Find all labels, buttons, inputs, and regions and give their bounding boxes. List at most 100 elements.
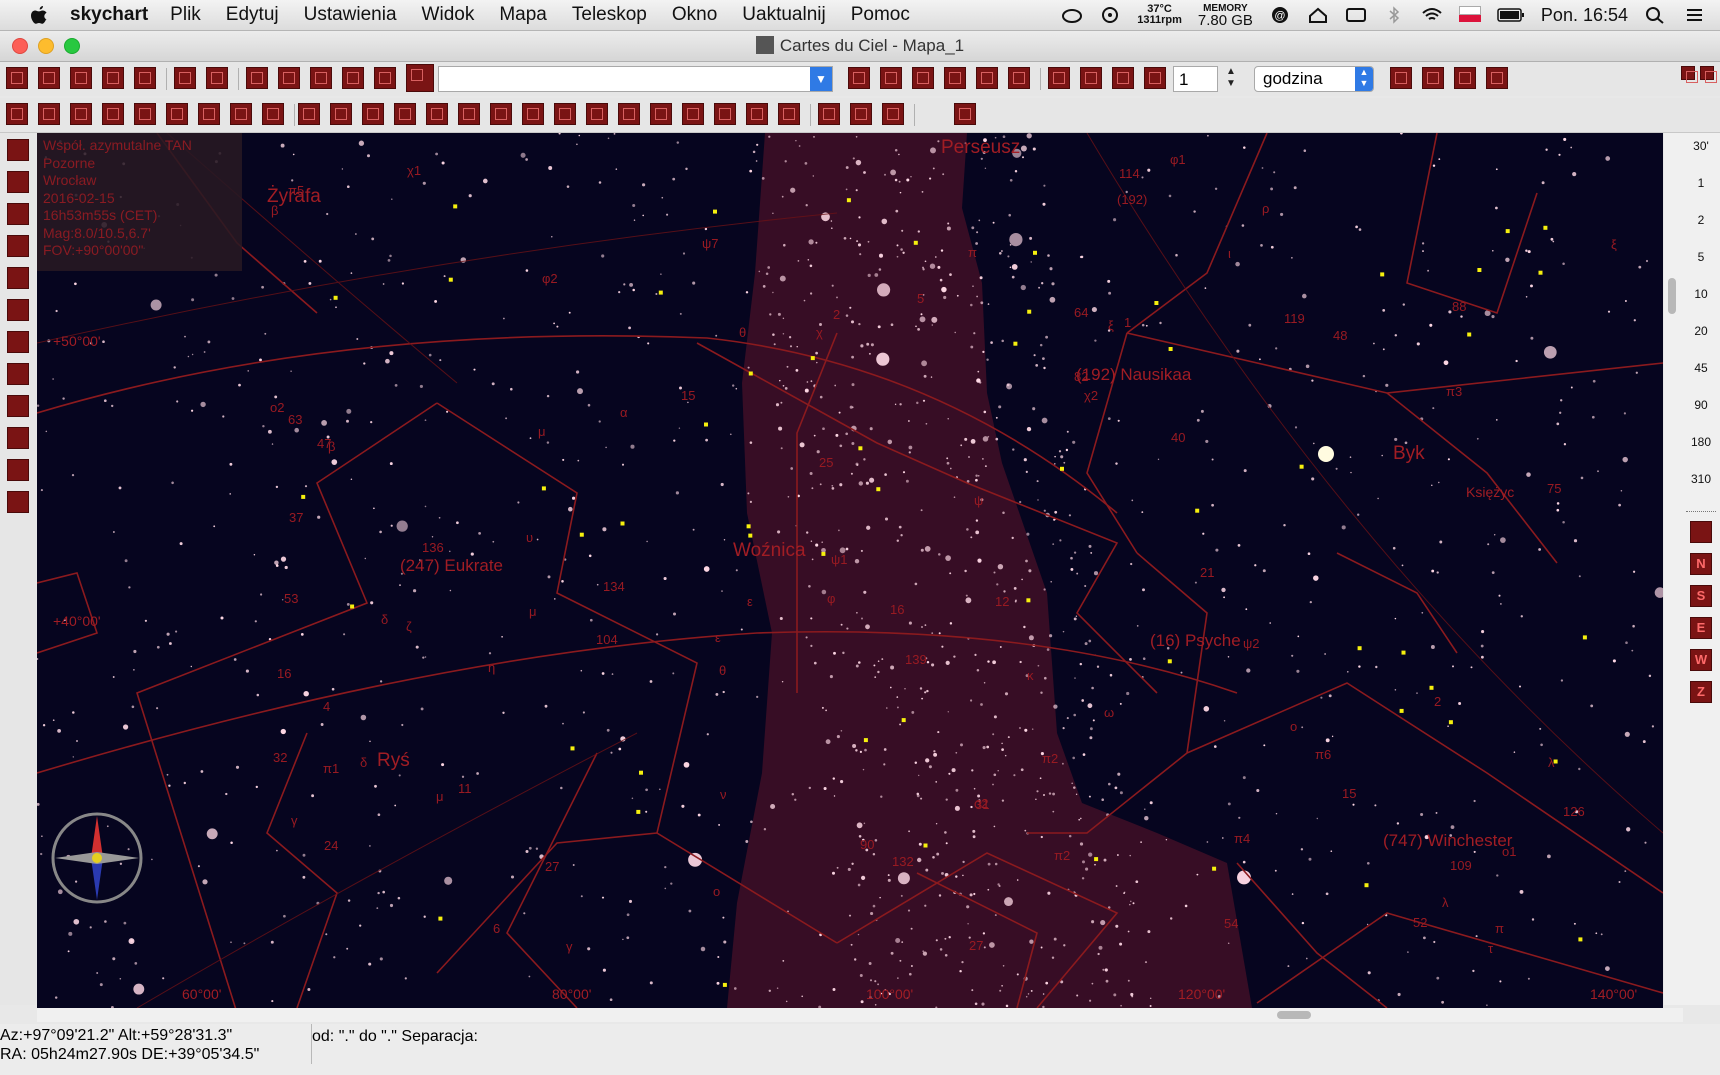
star[interactable] (1063, 461, 1066, 464)
save-chart-button[interactable] (70, 67, 92, 89)
star[interactable] (358, 140, 365, 146)
star[interactable] (1129, 658, 1132, 661)
star[interactable] (1019, 660, 1022, 664)
star[interactable] (1004, 754, 1007, 757)
star[interactable] (755, 160, 758, 162)
star[interactable] (923, 374, 927, 378)
star[interactable] (1022, 156, 1024, 159)
star[interactable] (420, 707, 424, 711)
star[interactable] (646, 540, 648, 543)
star[interactable] (806, 381, 809, 383)
star[interactable] (628, 899, 633, 903)
star[interactable] (821, 541, 823, 543)
star[interactable] (1624, 300, 1627, 302)
star[interactable] (230, 841, 233, 844)
star[interactable] (907, 909, 911, 912)
star[interactable] (587, 403, 591, 407)
star[interactable] (1476, 437, 1479, 440)
fov-30min-button[interactable]: 30' (1686, 139, 1716, 153)
asteroid-marker[interactable] (1448, 720, 1453, 725)
star[interactable] (946, 461, 950, 465)
star[interactable] (1144, 808, 1146, 810)
star[interactable] (1091, 920, 1095, 924)
star[interactable] (1107, 417, 1111, 420)
star[interactable] (1130, 900, 1132, 903)
star[interactable] (1632, 570, 1636, 573)
star[interactable] (866, 525, 871, 530)
star[interactable] (989, 942, 995, 948)
star[interactable] (492, 540, 495, 543)
star[interactable] (41, 835, 43, 838)
star[interactable] (1040, 946, 1043, 949)
zenith-view-button[interactable] (1690, 521, 1712, 543)
star[interactable] (134, 962, 138, 965)
time-step-input[interactable]: 1 (1173, 66, 1218, 92)
star[interactable] (123, 921, 127, 925)
star[interactable] (1023, 625, 1026, 629)
star[interactable] (122, 724, 129, 730)
show-pictures-button[interactable] (70, 103, 92, 125)
star[interactable] (890, 951, 894, 955)
star[interactable] (156, 645, 160, 649)
star[interactable] (1591, 415, 1595, 419)
star[interactable] (1402, 303, 1405, 306)
star[interactable] (1054, 455, 1056, 458)
star[interactable] (663, 576, 667, 581)
star[interactable] (1297, 635, 1300, 638)
star[interactable] (389, 254, 392, 258)
star[interactable] (1023, 458, 1027, 462)
projection-equatorial-button[interactable] (7, 171, 29, 193)
star[interactable] (1495, 419, 1498, 421)
star[interactable] (1011, 264, 1018, 270)
apple-menu-icon[interactable] (28, 4, 50, 26)
star[interactable] (908, 451, 911, 454)
star[interactable] (613, 133, 616, 135)
star[interactable] (203, 351, 206, 353)
star[interactable] (971, 989, 974, 992)
star[interactable] (934, 256, 937, 258)
projection-galactic-button[interactable] (7, 235, 29, 257)
star[interactable] (897, 977, 899, 979)
star[interactable] (1032, 407, 1036, 411)
star[interactable] (1054, 463, 1056, 465)
star[interactable] (1486, 1004, 1488, 1006)
star[interactable] (382, 283, 385, 285)
star[interactable] (870, 911, 874, 916)
star[interactable] (369, 740, 371, 743)
star[interactable] (901, 229, 904, 232)
star[interactable] (810, 380, 813, 383)
star[interactable] (866, 342, 870, 346)
fov-5deg-button[interactable]: 5 (1686, 250, 1716, 264)
star[interactable] (842, 651, 845, 655)
star[interactable] (979, 276, 983, 280)
star[interactable] (166, 632, 170, 636)
star[interactable] (918, 842, 922, 846)
star[interactable] (618, 291, 621, 294)
redo-button[interactable] (278, 67, 300, 89)
star[interactable] (878, 253, 884, 258)
star[interactable] (865, 481, 869, 485)
star[interactable] (895, 209, 899, 213)
star[interactable] (1036, 480, 1039, 483)
fov-310deg-button[interactable]: 310 (1686, 472, 1716, 486)
asteroid-marker[interactable] (333, 295, 338, 300)
star[interactable] (1127, 979, 1130, 982)
star[interactable] (1076, 572, 1079, 575)
star[interactable] (938, 894, 942, 897)
star[interactable] (678, 427, 681, 429)
show-labels-button[interactable] (554, 103, 576, 125)
star[interactable] (335, 306, 337, 309)
star[interactable] (503, 317, 505, 320)
star[interactable] (1030, 989, 1033, 992)
star[interactable] (939, 948, 943, 951)
star[interactable] (1066, 430, 1069, 433)
dss-button[interactable] (1486, 67, 1508, 89)
star[interactable] (171, 481, 174, 485)
star[interactable] (183, 781, 186, 785)
star[interactable] (1011, 275, 1015, 279)
star[interactable] (900, 248, 903, 251)
creative-cloud-icon[interactable] (1061, 6, 1083, 24)
star[interactable] (976, 668, 980, 672)
star[interactable] (899, 723, 902, 726)
star[interactable] (783, 243, 786, 247)
